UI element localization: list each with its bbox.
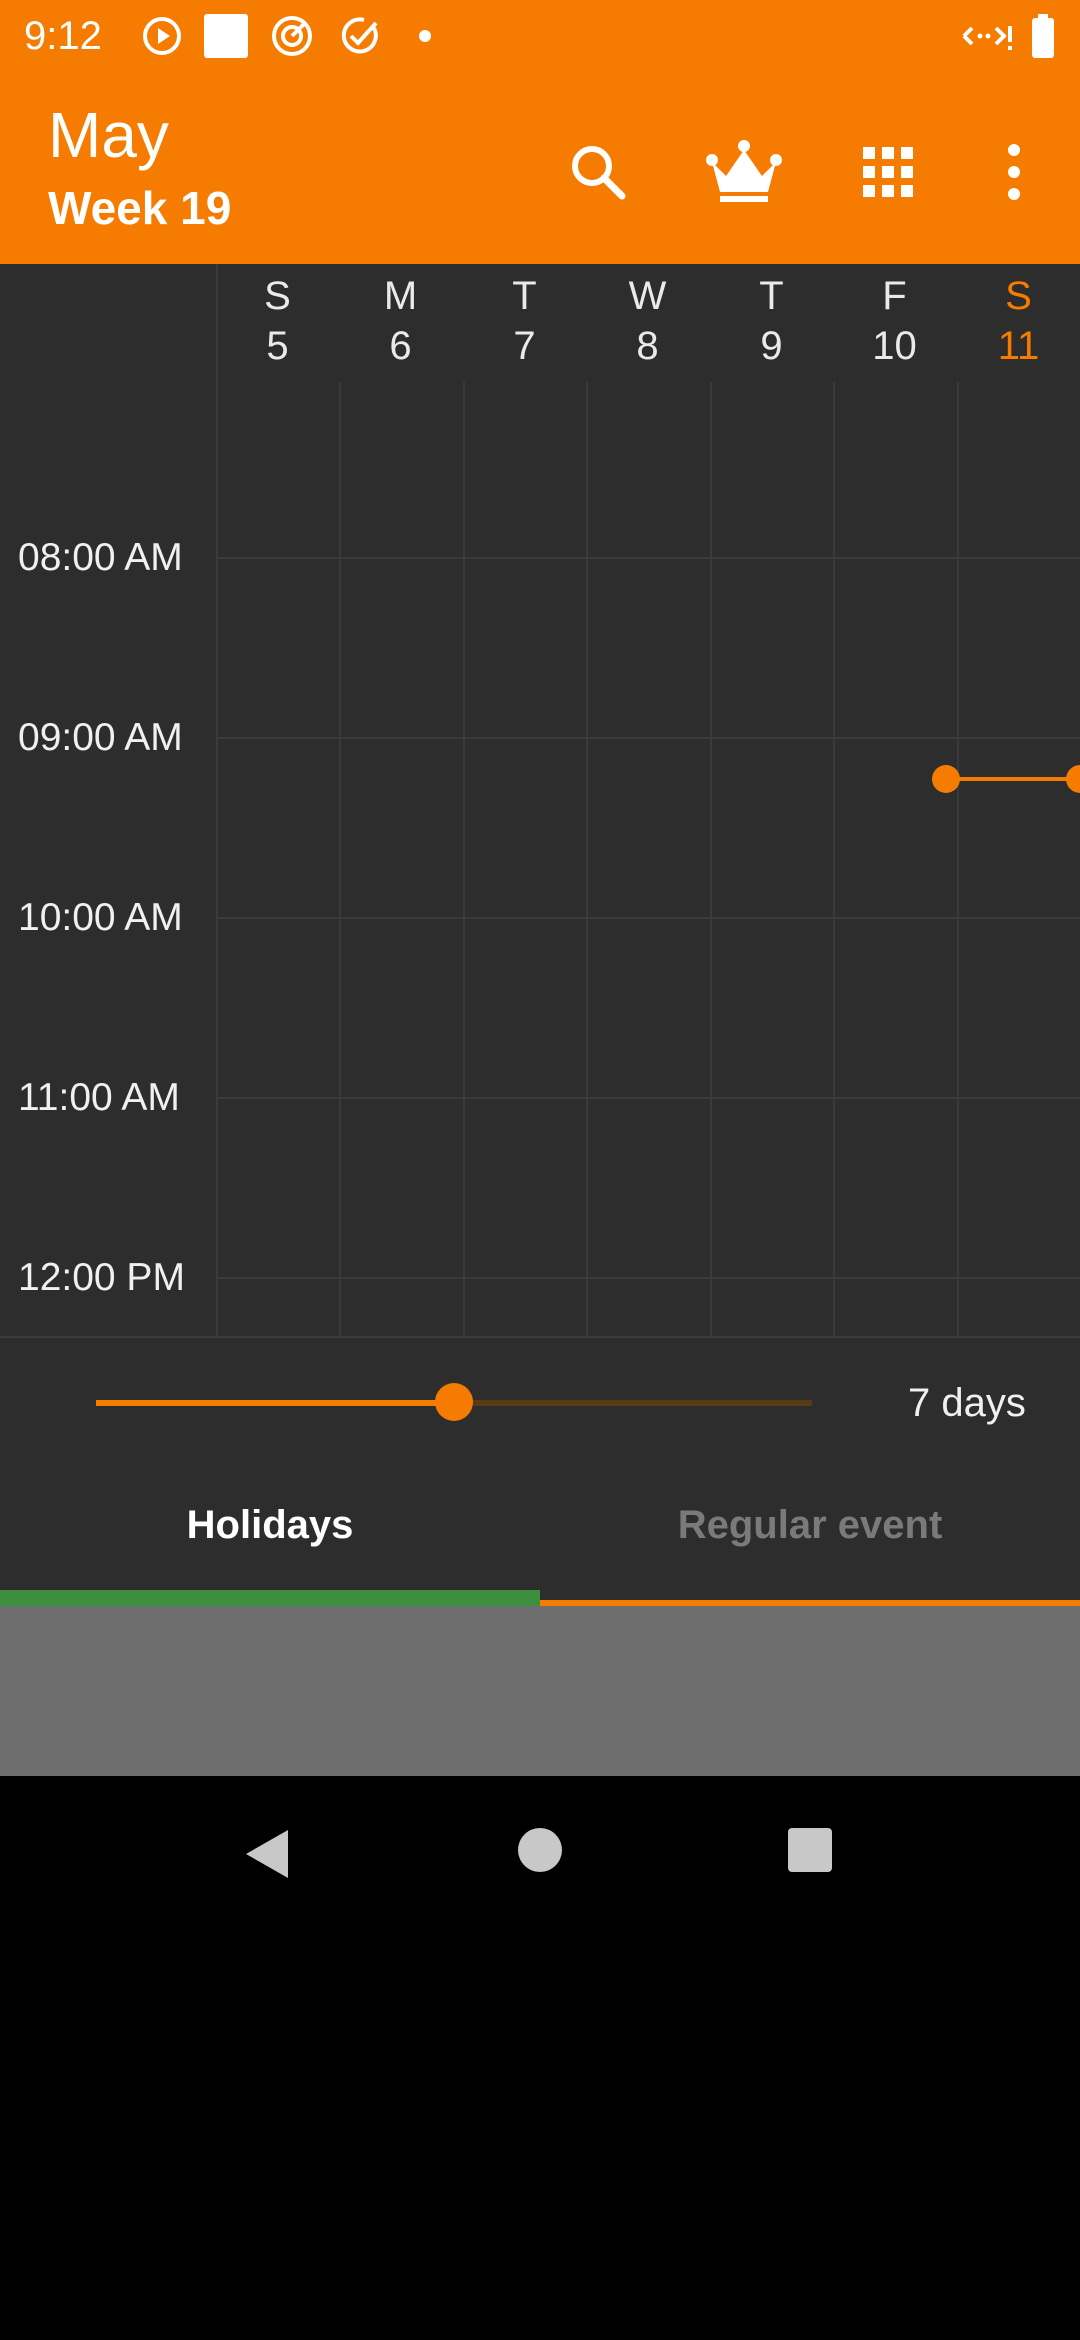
grid-divider xyxy=(957,382,959,1336)
time-label: 08:00 AM xyxy=(18,536,183,579)
day-letter: T xyxy=(759,274,784,318)
app-bar: May Week 19 xyxy=(0,76,1080,264)
current-time-dot xyxy=(932,765,960,793)
week-subtitle: Week 19 xyxy=(48,182,232,234)
grid-divider xyxy=(463,382,465,1336)
grid-divider xyxy=(710,382,712,1336)
grid-divider xyxy=(216,382,218,1336)
square-notification-icon xyxy=(204,14,248,58)
play-circle-icon xyxy=(143,17,181,55)
tab-regular-event[interactable]: Regular event xyxy=(540,1460,1080,1596)
grid-hour-line xyxy=(216,737,1080,739)
controls-panel: 7 days Holidays Regular event xyxy=(0,1336,1080,1608)
week-day-header: S 5 M 6 T 7 W 8 T 9 F 10 S 11 xyxy=(0,264,1080,384)
days-value-label: 7 days xyxy=(908,1381,1026,1425)
status-time: 9:12 xyxy=(24,14,102,58)
tab-indicator-holidays xyxy=(0,1590,540,1606)
dot-icon xyxy=(419,30,431,42)
day-header-4[interactable]: T 9 xyxy=(710,264,833,382)
day-header-5[interactable]: F 10 xyxy=(833,264,956,382)
days-slider-fill xyxy=(96,1400,454,1406)
status-bar: 9:12 xyxy=(0,0,1080,76)
day-number: 7 xyxy=(513,324,536,368)
recents-icon[interactable] xyxy=(786,1826,834,1874)
data-saver-icon xyxy=(962,26,1012,50)
week-time-grid[interactable]: 08:00 AM 09:00 AM 10:00 AM 11:00 AM 12:0… xyxy=(0,382,1080,1336)
grid-divider xyxy=(586,382,588,1336)
day-header-6-today[interactable]: S 11 xyxy=(957,264,1080,382)
header-divider xyxy=(216,264,218,382)
check-badge-icon xyxy=(341,17,378,54)
time-label: 11:00 AM xyxy=(18,1076,180,1119)
more-vert-icon[interactable] xyxy=(974,132,1054,212)
day-letter: M xyxy=(383,274,418,318)
day-header-0[interactable]: S 5 xyxy=(216,264,339,382)
grid-apps-icon[interactable] xyxy=(848,132,928,212)
grid-divider xyxy=(833,382,835,1336)
day-letter: W xyxy=(628,274,667,318)
day-letter: F xyxy=(882,274,907,318)
grid-divider xyxy=(339,382,341,1336)
battery-icon xyxy=(1032,14,1054,58)
month-title[interactable]: May xyxy=(48,98,169,172)
day-letter: S xyxy=(1005,274,1032,318)
tab-holidays[interactable]: Holidays xyxy=(0,1460,540,1596)
day-header-1[interactable]: M 6 xyxy=(339,264,462,382)
target-icon xyxy=(272,16,312,56)
search-icon[interactable] xyxy=(558,132,638,212)
grid-hour-line xyxy=(216,1277,1080,1279)
day-header-2[interactable]: T 7 xyxy=(463,264,586,382)
crown-icon[interactable] xyxy=(704,132,784,212)
system-nav-bar xyxy=(0,1776,1080,2340)
time-label: 10:00 AM xyxy=(18,896,183,939)
day-letter: S xyxy=(264,274,291,318)
grid-hour-line xyxy=(216,1097,1080,1099)
day-number: 11 xyxy=(997,324,1040,368)
day-number: 8 xyxy=(636,324,659,368)
grid-hour-line xyxy=(216,917,1080,919)
tab-content-panel xyxy=(0,1606,1080,1776)
time-label: 12:00 PM xyxy=(18,1256,185,1299)
day-number: 5 xyxy=(266,324,289,368)
current-time-line xyxy=(946,777,1080,781)
days-slider-thumb[interactable] xyxy=(435,1383,473,1421)
time-label: 09:00 AM xyxy=(18,716,183,759)
day-number: 9 xyxy=(760,324,783,368)
day-number: 10 xyxy=(872,324,917,368)
home-icon[interactable] xyxy=(516,1826,564,1874)
day-letter: T xyxy=(512,274,537,318)
current-time-dot xyxy=(1066,765,1080,793)
back-icon[interactable] xyxy=(240,1826,296,1882)
day-number: 6 xyxy=(389,324,412,368)
grid-hour-line xyxy=(216,557,1080,559)
day-header-3[interactable]: W 8 xyxy=(586,264,709,382)
